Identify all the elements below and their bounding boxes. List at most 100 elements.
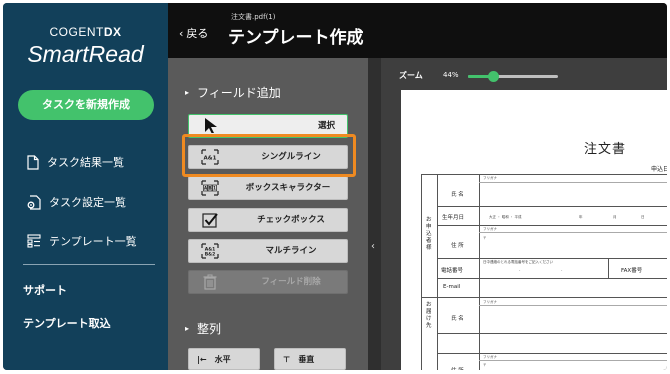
furigana-line [479,182,667,183]
nav-task-settings[interactable]: タスク設定一覧 [27,192,126,212]
back-label: 戻る [186,27,209,40]
table-row-line [437,278,667,279]
align-horizontal-icon: |← [197,354,207,364]
era-options: 大正 ・ 昭和 ・ 平成 [489,215,522,219]
app-logo: SmartRead [27,41,144,67]
furigana-text: フリガナ [483,176,497,180]
furigana-line [479,360,667,361]
brand-wordmark: COGENTDX [3,25,168,39]
multi-line-icon: A&1B&2 [201,243,219,259]
align-horizontal-button[interactable]: |← 水平 [188,348,260,370]
table-row-line [437,206,667,207]
tool-delete-field-button[interactable]: フィールド削除 [188,270,348,294]
zoom-label: ズーム [399,71,423,80]
birthdate-label: 生年月日 [442,215,465,221]
tool-checkbox-label: チェックボックス [257,215,325,225]
table-row-line [437,353,667,354]
table-border [437,174,438,370]
box-character-icon: AB1 [201,180,219,196]
tool-box-character-button[interactable]: AB1 ボックスキャラクター [188,176,348,200]
align-vertical-label: 垂直 [298,354,315,364]
phone-note: 日中連絡のとれる電話番号をご記入ください [483,260,553,264]
table-border [479,174,480,370]
back-button[interactable]: ‹ 戻る [179,25,208,41]
email-label: E-mail [443,284,461,290]
name-label: 氏 名 [451,316,464,322]
support-link[interactable]: サポート [23,282,67,298]
nav-task-results-label: タスク結果一覧 [47,156,124,169]
template-list-icon [27,234,41,248]
nav-task-settings-label: タスク設定一覧 [49,196,126,209]
chevron-left-icon: ‹ [179,26,184,40]
top-header: ‹ 戻る 注文書.pdf(1) テンプレート作成 [168,3,667,58]
postal-mark: 〒 [483,363,487,367]
new-task-button[interactable]: タスクを新規作成 [18,90,154,120]
nav-template-list[interactable]: テンプレート一覧 [27,231,137,251]
furigana-line [479,232,667,233]
doc-stamp: 申込日 [651,166,667,173]
bullet-arrow-icon: ▸ [185,88,190,97]
panel-collapse-handle[interactable]: ‹ [368,58,381,370]
table-col-line [608,258,609,278]
furigana-text: フリガナ [483,355,497,359]
address-label: 住 所 [451,366,464,370]
tool-box-character-label: ボックスキャラクター [245,183,331,193]
fax-label: FAX番号 [621,268,643,274]
align-vertical-icon: ⊤ [283,354,291,364]
document-page: 注文書 申込日 お申込者様 お届け先 フリガナ 氏 名 生年月日 大正 ・ 昭和… [401,90,667,370]
sidebar-divider [23,264,155,265]
zoom-slider[interactable] [468,71,558,82]
template-import-link[interactable]: テンプレート取込 [23,315,111,331]
day-label: 日 [641,215,645,219]
delivery-label: お届け先 [426,302,432,329]
file-name: 注文書.pdf(1) [231,13,276,21]
brand-prefix: COGENT [49,25,104,39]
highlight-box [182,134,356,177]
document-viewer: ズーム 44% 注文書 申込日 お申込者様 お届け先 フリガナ 氏 名 生年月日… [381,58,667,370]
furigana-text: フリガナ [483,227,497,231]
svg-text:1: 1 [213,186,216,191]
trash-icon [203,274,217,290]
orderer-label: お申込者様 [426,217,432,251]
checkbox-icon [202,213,218,228]
align-label: 整列 [197,322,222,336]
app-window: COGENTDX SmartRead タスクを新規作成 タスク結果一覧 タスク設… [3,3,667,370]
doc-title: 注文書 [584,142,627,157]
svg-text:B: B [208,186,211,191]
brand-suffix: DX [103,25,122,39]
bullet-arrow-icon: ▸ [185,324,190,333]
year-label: 年 [579,215,583,219]
align-heading: ▸ 整列 [185,320,221,337]
svg-text:B&2: B&2 [205,252,216,258]
gear-document-icon [27,194,41,210]
align-vertical-button[interactable]: ⊤ 垂直 [274,348,346,370]
cursor-arrow-icon [205,118,217,133]
sidebar: COGENTDX SmartRead タスクを新規作成 タスク結果一覧 タスク設… [3,3,168,370]
chevron-left-icon: ‹ [371,241,375,252]
page-title: テンプレート作成 [228,28,364,48]
postal-mark: 〒 [483,236,487,240]
phone-label: 電話番号 [441,268,464,274]
tool-checkbox-button[interactable]: チェックボックス [188,208,348,232]
furigana-line [479,305,667,306]
zoom-slider-handle[interactable] [488,71,500,82]
table-border [421,297,667,298]
table-border [421,174,667,175]
table-row-line [437,225,667,226]
document-icon [27,154,39,170]
tool-multi-line-label: マルチライン [265,246,317,256]
tool-multi-line-button[interactable]: A&1 B&2 マルチライン [188,239,348,263]
nav-task-results[interactable]: タスク結果一覧 [27,152,124,172]
phone-dash: - [561,268,563,272]
table-row-line [437,333,667,334]
furigana-text: フリガナ [483,300,497,304]
nav-template-list-label: テンプレート一覧 [49,235,137,248]
tool-panel: ▸ フィールド追加 選択 A&1 シングルライン AB1 ボックスキャラクター … [168,58,368,370]
phone-dash: - [519,268,521,272]
name-label: 氏 名 [451,192,464,198]
table-row-line [437,258,667,259]
field-add-heading: ▸ フィールド追加 [185,84,281,101]
table-border [421,174,422,370]
field-add-label: フィールド追加 [197,86,281,100]
zoom-value: 44% [443,71,459,79]
